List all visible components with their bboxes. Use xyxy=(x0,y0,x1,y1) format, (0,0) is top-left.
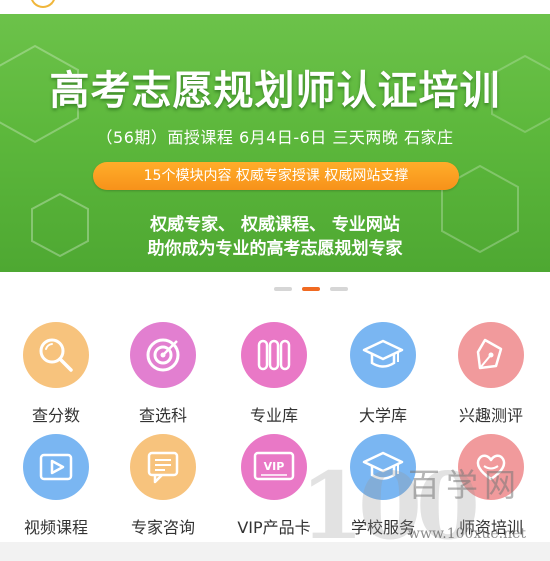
target-icon xyxy=(130,322,196,388)
footer-band xyxy=(0,542,550,561)
banner-tagline-2: 助你成为专业的高考志愿规划专家 xyxy=(147,239,403,259)
menu-item-label: 兴趣测评 xyxy=(458,406,523,425)
banner-title: 高考志愿规划师认证培训 xyxy=(49,68,501,114)
heart-hands-icon xyxy=(458,434,524,500)
video-play-icon xyxy=(23,434,89,500)
menu-item-major-library[interactable]: 专业库 xyxy=(221,312,327,425)
carousel-dot[interactable] xyxy=(274,287,292,291)
menu-item-vip-card[interactable]: VIP VIP产品卡 xyxy=(221,424,327,537)
promo-banner[interactable]: 高考志愿规划师认证培训 （56期）面授课程 6月4日-6日 三天两晚 石家庄 1… xyxy=(0,14,550,272)
carousel-indicators xyxy=(0,272,550,306)
graduation-cap-icon xyxy=(350,434,416,500)
menu-item-label: 查分数 xyxy=(31,406,80,425)
feature-menu-grid: 查分数 查选科 专业库 大学库 兴趣测评 视频课程 专家咨询 VIP VIP产品… xyxy=(0,306,550,542)
vip-card-icon-text: VIP xyxy=(264,460,285,473)
menu-item-label: 视频课程 xyxy=(23,518,88,537)
logo-icon xyxy=(30,0,56,8)
menu-item-label: 师资培训 xyxy=(458,518,523,537)
banner-feature-pill: 15个模块内容 权威专家授课 权威网站支撑 xyxy=(93,162,459,190)
menu-item-video-courses[interactable]: 视频课程 xyxy=(3,424,109,537)
menu-item-label: 专家咨询 xyxy=(130,518,195,537)
menu-item-expert-consult[interactable]: 专家咨询 xyxy=(110,424,216,537)
banner-subtitle: （56期）面授课程 6月4日-6日 三天两晚 石家庄 xyxy=(96,128,454,147)
menu-item-label: 学校服务 xyxy=(350,518,415,537)
menu-item-teacher-training[interactable]: 师资培训 xyxy=(438,424,544,537)
menu-item-check-subjects[interactable]: 查选科 xyxy=(110,312,216,425)
books-icon xyxy=(241,322,307,388)
menu-item-university-library[interactable]: 大学库 xyxy=(330,312,436,425)
top-strip xyxy=(0,0,550,14)
carousel-dot-active[interactable] xyxy=(302,287,320,291)
menu-item-interest-test[interactable]: 兴趣测评 xyxy=(438,312,544,425)
menu-item-label: 查选科 xyxy=(138,406,187,425)
graduation-cap-icon xyxy=(350,322,416,388)
menu-item-label: VIP产品卡 xyxy=(237,518,311,537)
menu-item-label: 专业库 xyxy=(249,406,298,425)
pen-nib-icon xyxy=(458,322,524,388)
banner-tagline-1: 权威专家、 权威课程、 专业网站 xyxy=(150,215,400,235)
magnifier-icon xyxy=(23,322,89,388)
menu-item-check-scores[interactable]: 查分数 xyxy=(3,312,109,425)
carousel-dot[interactable] xyxy=(330,287,348,291)
vip-card-icon: VIP xyxy=(241,434,307,500)
menu-item-label: 大学库 xyxy=(358,406,407,425)
chat-bubble-icon xyxy=(130,434,196,500)
menu-item-school-service[interactable]: 学校服务 xyxy=(330,424,436,537)
